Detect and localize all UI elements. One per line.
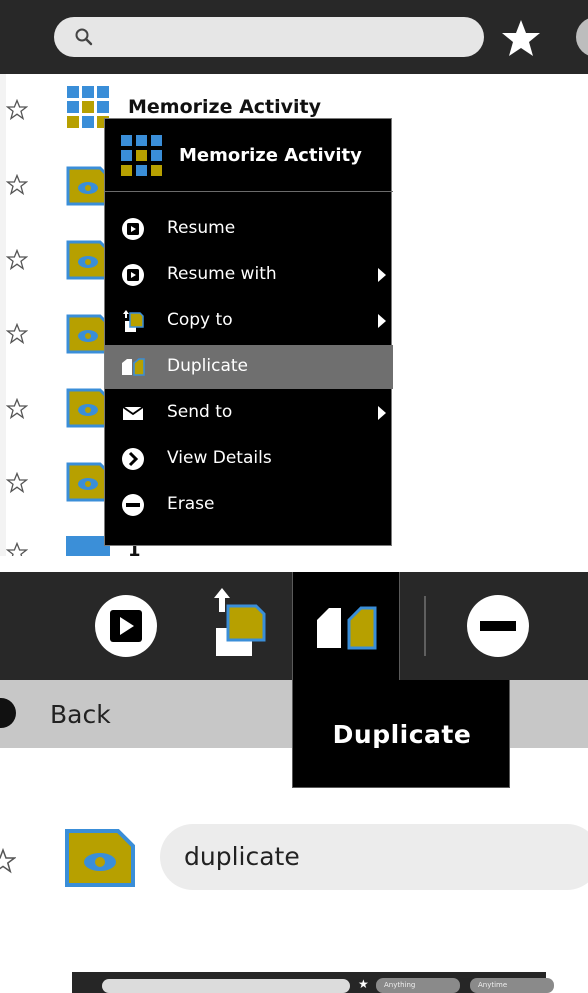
favorite-star-icon[interactable] [6, 398, 28, 420]
favorite-star-icon[interactable] [0, 848, 16, 874]
entry-title-input[interactable]: duplicate [160, 824, 588, 890]
menu-separator [105, 191, 393, 192]
duplicate-button[interactable] [292, 572, 400, 680]
menu-item-send-to[interactable]: Send to [105, 391, 393, 435]
submenu-arrow-icon [378, 314, 386, 328]
context-menu-header: Memorize Activity [105, 119, 393, 191]
search-input[interactable] [54, 17, 484, 57]
resume-icon[interactable] [94, 594, 158, 658]
view-details-icon [122, 448, 144, 470]
thumbnail-filter: Anything [376, 978, 460, 993]
menu-item-label: Send to [167, 402, 233, 422]
details-toolbar [0, 572, 588, 680]
erase-icon[interactable] [466, 594, 530, 658]
submenu-arrow-icon [378, 268, 386, 282]
toolbar-separator [424, 596, 426, 656]
thumbnail-filter: Anytime [470, 978, 554, 993]
menu-item-label: View Details [167, 448, 272, 468]
menu-item-resume[interactable]: Resume [105, 207, 393, 251]
entry-title-value: duplicate [184, 842, 300, 871]
erase-icon [122, 494, 144, 516]
tooltip: Duplicate [292, 680, 510, 788]
filter-dropdown-button[interactable] [576, 17, 588, 57]
context-menu-title: Memorize Activity [179, 145, 362, 166]
menu-item-erase[interactable]: Erase [105, 483, 393, 527]
panel-divider [0, 556, 588, 572]
memorize-activity-icon [121, 135, 163, 177]
favorite-star-icon[interactable] [6, 174, 28, 196]
menu-item-duplicate[interactable]: Duplicate [105, 345, 393, 389]
menu-item-resume-with[interactable]: Resume with [105, 253, 393, 297]
back-label: Back [50, 700, 111, 729]
favorite-filter-star-icon[interactable] [500, 17, 542, 59]
duplicate-icon [317, 606, 377, 650]
favorite-star-icon[interactable] [6, 249, 28, 271]
menu-item-label: Duplicate [167, 356, 248, 376]
menu-item-label: Copy to [167, 310, 233, 330]
favorite-star-icon[interactable] [6, 323, 28, 345]
screenshot-thumbnail: ★ Anything Anytime [72, 972, 554, 993]
resume-icon [122, 218, 144, 240]
composite-screenshot: Memorize Activity 1 Memorize Activity Re… [0, 0, 588, 993]
submenu-arrow-icon [378, 406, 386, 420]
favorite-star-icon[interactable] [6, 472, 28, 494]
send-icon [122, 406, 144, 420]
context-menu: Memorize Activity Resume Resume with Cop… [104, 118, 393, 546]
menu-item-label: Erase [167, 494, 215, 514]
journal-entry-icon[interactable] [64, 828, 136, 888]
entry-title[interactable]: Memorize Activity [128, 96, 321, 118]
favorite-star-icon[interactable] [6, 99, 28, 121]
copy-to-icon[interactable] [208, 588, 266, 658]
thumbnail-search [102, 979, 350, 993]
duplicate-icon [122, 358, 145, 376]
menu-item-copy-to[interactable]: Copy to [105, 299, 393, 343]
tooltip-text: Duplicate [332, 720, 472, 749]
search-icon [75, 28, 93, 46]
journal-panel: Memorize Activity 1 Memorize Activity Re… [0, 0, 588, 556]
resume-with-icon [122, 264, 144, 286]
back-icon [0, 698, 16, 728]
copy-to-icon [123, 310, 144, 332]
thumbnail-star-icon: ★ [358, 977, 369, 991]
menu-item-label: Resume with [167, 264, 277, 284]
menu-item-view-details[interactable]: View Details [105, 437, 393, 481]
favorite-star-icon[interactable] [6, 542, 28, 556]
details-panel: Back Duplicate duplicate ★ Anything Anyt… [0, 572, 588, 993]
journal-toolbar [0, 0, 588, 74]
menu-item-label: Resume [167, 218, 236, 238]
